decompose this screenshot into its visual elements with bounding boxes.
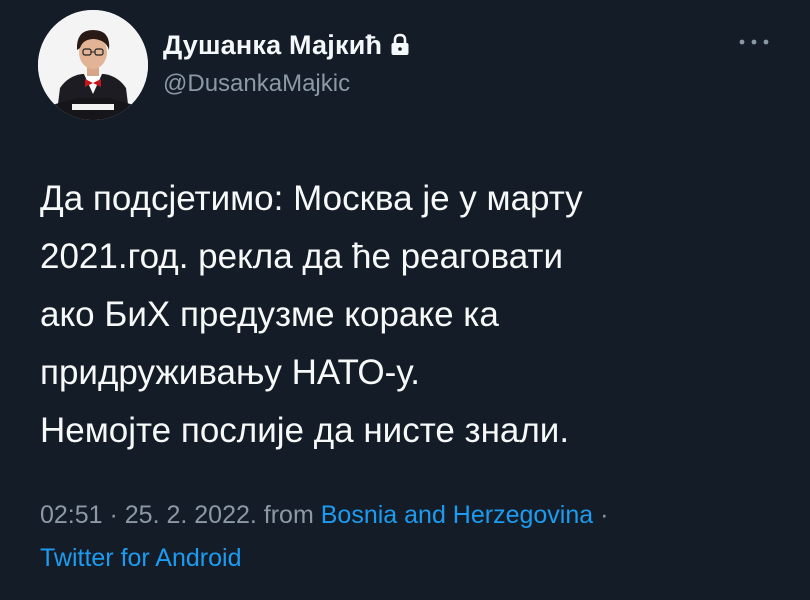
display-name-row: Душанка Мајкић (163, 27, 410, 63)
tweet-time[interactable]: 02:51 (40, 501, 103, 529)
location-link[interactable]: Bosnia and Herzegovina (321, 501, 593, 529)
lock-icon (390, 33, 410, 57)
tweet-metadata: 02:51 · 25. 2. 2022. from Bosnia and Her… (40, 501, 608, 530)
tweet-date[interactable]: 25. 2. 2022. (125, 501, 257, 529)
separator-dot: · (102, 501, 125, 529)
tweet-text-line: ако БиХ предузме кораке ка (40, 295, 499, 334)
tweet-source-row: Twitter for Android (40, 544, 241, 573)
more-horizontal-icon[interactable] (734, 32, 774, 52)
display-name[interactable]: Душанка Мајкић (163, 30, 382, 61)
user-handle[interactable]: @DusankaMajkic (163, 70, 350, 98)
tweet-text-line: Да подсјетимо: Москва је у марту (40, 179, 583, 218)
tweet-text-line: придруживању НАТО-у. (40, 353, 420, 392)
avatar-photo-icon (38, 10, 148, 120)
separator-dot: · (593, 501, 609, 529)
tweet-text-line: 2021.год. рекла да ће реаговати (40, 237, 564, 276)
from-label: from (256, 501, 321, 529)
tweet-card: Душанка Мајкић @DusankaMajkic Да подсјет… (0, 0, 810, 600)
tweet-text-line: Немојте послије да нисте знали. (40, 411, 570, 450)
tweet-text: Да подсјетимо: Москва је у марту 2021.го… (40, 170, 780, 460)
source-link[interactable]: Twitter for Android (40, 544, 241, 572)
user-avatar[interactable] (38, 10, 148, 120)
